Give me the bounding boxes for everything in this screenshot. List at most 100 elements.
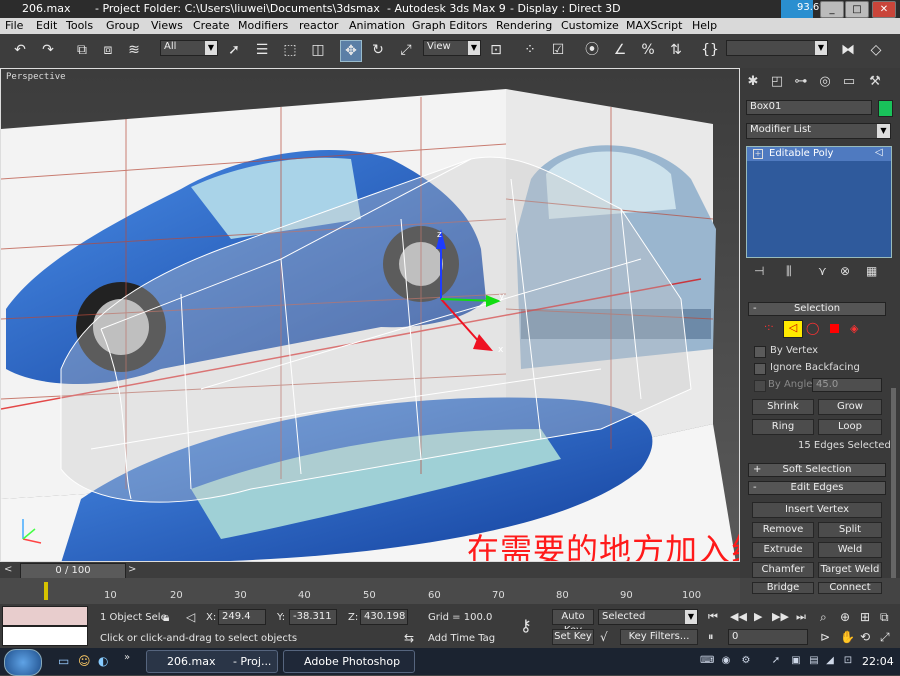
unlink-icon[interactable]: ⧈ [98,40,118,60]
select-and-move-icon[interactable]: ✥ [340,40,362,62]
target-weld-button[interactable]: Target Weld [818,562,882,578]
set-key-icon[interactable]: √ [600,630,608,644]
light-bulb-icon[interactable]: ◁ [875,147,883,158]
menu-rendering[interactable]: Rendering [496,19,552,32]
volume-icon[interactable]: ◢ [824,655,836,667]
select-by-name-icon[interactable]: ☰ [252,40,272,60]
select-and-rotate-icon[interactable]: ↻ [368,40,388,60]
auto-key-button[interactable]: Auto Key [552,609,594,636]
rectangular-selection-icon[interactable]: ⬚ [280,40,300,60]
zoom-extents-icon[interactable]: ⊞ [860,610,870,624]
taskbar-3dsmax-button[interactable]: 206.max - Proj... [146,650,278,673]
key-selection-dropdown[interactable]: Selected ▼ [598,609,698,625]
pan-icon[interactable]: ✋ [840,630,855,644]
menu-group[interactable]: Group [106,19,140,32]
hierarchy-tab-icon[interactable]: ⊶ [792,74,810,92]
create-tab-icon[interactable]: ✱ [744,74,762,92]
x-coordinate-field[interactable]: 249.4 [218,609,266,625]
selection-filter-dropdown[interactable]: All ▼ [160,40,218,56]
key-icon[interactable]: ⚷ [520,616,532,635]
time-slider[interactable]: < 0 / 100 > [0,562,740,579]
time-tag-icon[interactable]: ⇆ [404,631,414,645]
chamfer-button[interactable]: Chamfer [752,562,814,578]
monitor-icon[interactable]: ⊡ [842,655,854,667]
display-tab-icon[interactable]: ▭ [840,74,858,92]
show-end-result-icon[interactable]: ⫼ [786,264,792,279]
zoom-icon[interactable]: ⌕ [820,610,827,625]
weld-button[interactable]: Weld [818,542,882,558]
border-mode-icon[interactable]: ◯ [806,321,819,335]
menu-modifiers[interactable]: Modifiers [238,19,288,32]
pin-stack-icon[interactable]: ⊣ [754,264,764,278]
bind-space-warp-icon[interactable]: ≋ [124,40,144,60]
maxscript-listener-output[interactable] [2,626,88,646]
taskbar-photoshop-button[interactable]: Adobe Photoshop [283,650,415,673]
settings-icon[interactable]: ⚙ [740,655,752,667]
configure-sets-icon[interactable]: ▦ [866,264,877,278]
select-and-scale-icon[interactable]: ⤢ [396,40,416,60]
stack-item-editable-poly[interactable]: + Editable Poly ◁ [747,147,891,161]
bridge-button[interactable]: Bridge [752,582,814,594]
set-key-button[interactable]: Set Key [552,629,594,645]
object-color-swatch[interactable] [878,100,893,117]
spinner-snap-icon[interactable]: ⇅ [666,40,686,60]
start-button[interactable] [4,649,42,676]
angle-spinner[interactable]: 45.0 [812,378,882,392]
vertex-mode-icon[interactable]: ·:· [764,322,774,333]
field-of-view-icon[interactable]: ⊳ [820,630,830,644]
pivot-center-icon[interactable]: ⊡ [486,40,506,60]
close-button[interactable]: ✕ [872,1,896,18]
polygon-mode-icon[interactable] [830,324,839,333]
slider-prev-icon[interactable]: < [4,564,16,576]
perspective-viewport[interactable]: z y x Perspective 在需要的地方加入线段 [0,68,740,562]
maximize-button[interactable]: □ [845,1,869,18]
align-icon[interactable]: ◇ [866,40,886,60]
by-vertex-checkbox[interactable] [754,346,766,358]
percent-snap-icon[interactable]: % [638,40,658,60]
make-unique-icon[interactable]: ⋎ [818,264,827,278]
quick-launch-icon[interactable]: ☺ [78,654,91,668]
z-coordinate-field[interactable]: 430.198 [360,609,408,625]
lock-icon[interactable]: 🔒︎ [163,610,169,625]
language-icon[interactable]: ◉ [720,655,732,667]
extrude-button[interactable]: Extrude [752,542,814,558]
slider-next-icon[interactable]: > [128,564,140,576]
menu-animation[interactable]: Animation [349,19,405,32]
current-frame-field[interactable]: 0 [728,629,808,645]
ignore-backfacing-checkbox[interactable] [754,363,766,375]
by-angle-checkbox[interactable] [754,380,766,392]
named-selection-sets-dropdown[interactable]: ▼ [726,40,828,56]
more-icon[interactable]: » [124,652,130,663]
remove-modifier-icon[interactable]: ⊗ [840,264,850,278]
absolute-mode-icon[interactable]: ◁ [186,610,195,624]
select-object-icon[interactable]: ➚ [224,40,244,60]
menu-edit[interactable]: Edit [36,19,57,32]
minimize-button[interactable]: _ [820,1,844,18]
add-time-tag-button[interactable]: Add Time Tag [428,633,495,644]
snaps-toggle-icon[interactable]: ⦿ [582,40,602,60]
menu-customize[interactable]: Customize [561,19,619,32]
angle-snap-icon[interactable]: ∠ [610,40,630,60]
lock-tray-icon[interactable]: ▣ [790,655,802,667]
select-and-link-icon[interactable]: ⧉ [72,40,92,60]
previous-frame-icon[interactable]: ◀◀ [730,610,747,623]
expand-icon[interactable]: + [753,149,763,159]
zoom-extents-all-icon[interactable]: ⧉ [880,610,889,625]
menu-graph-editors[interactable]: Graph Editors [412,19,488,32]
next-frame-icon[interactable]: ▶▶ [772,610,789,623]
orbit-icon[interactable]: ⟲ [860,630,870,644]
zoom-all-icon[interactable]: ⊕ [840,610,850,624]
selection-rollout[interactable]: - Selection [748,302,886,316]
edge-mode-icon[interactable]: ◁ [783,320,803,338]
manipulate-icon[interactable]: ⁘ [520,40,540,60]
network-icon[interactable]: ▤ [808,655,820,667]
grow-button[interactable]: Grow [818,399,882,415]
play-icon[interactable]: ▶ [754,610,762,623]
mirror-icon[interactable]: ⧓ [838,40,858,60]
viewport-label[interactable]: Perspective [6,72,66,82]
soft-selection-rollout[interactable]: + Soft Selection [748,463,886,477]
redo-icon[interactable]: ↷ [38,40,58,60]
y-coordinate-field[interactable]: -38.311 [289,609,337,625]
insert-vertex-button[interactable]: Insert Vertex [752,502,882,518]
connect-button[interactable]: Connect [818,582,882,594]
